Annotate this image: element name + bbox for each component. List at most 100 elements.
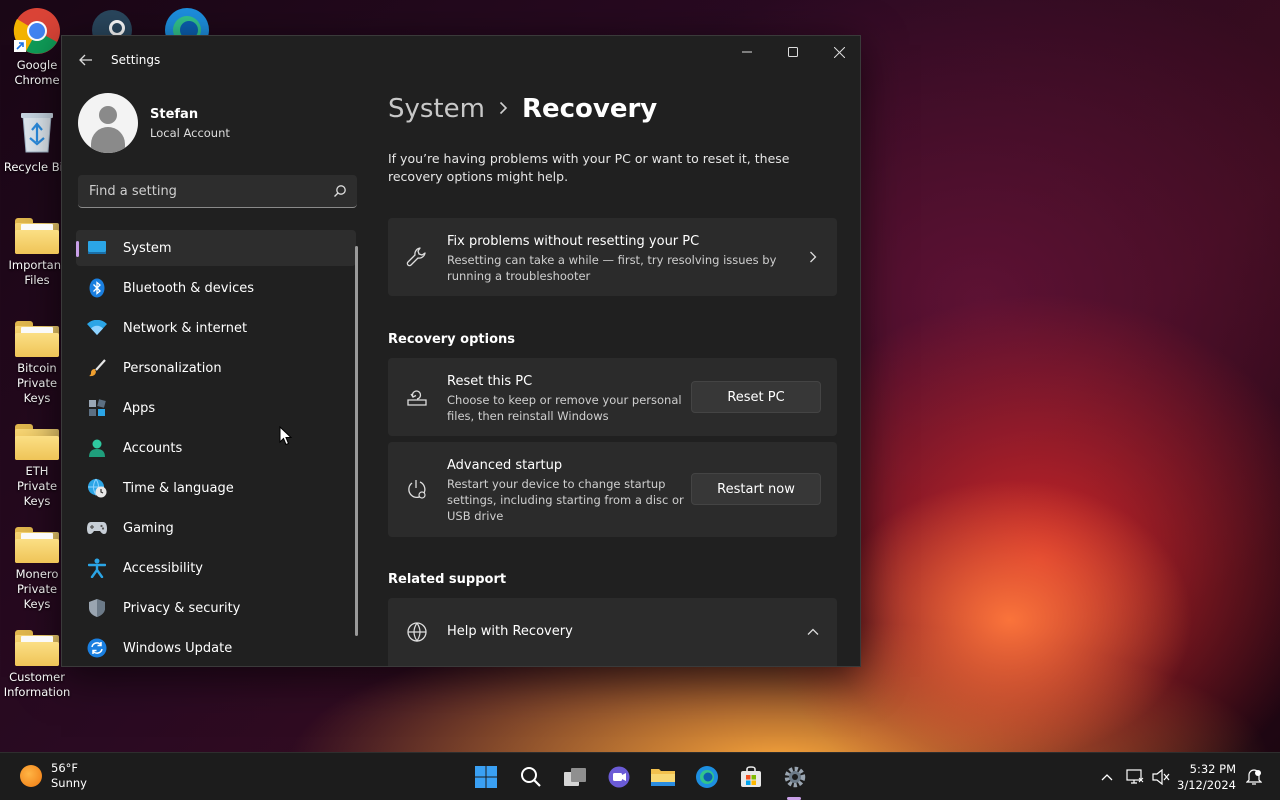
volume-tray-button[interactable]: [1151, 767, 1171, 787]
nav-item-time-language[interactable]: Time & language: [76, 470, 356, 506]
chevron-right-icon: [499, 100, 508, 119]
minimize-icon: [742, 51, 752, 53]
minimize-button[interactable]: [724, 36, 770, 68]
account-type: Local Account: [150, 125, 230, 140]
file-explorer-button[interactable]: [649, 763, 677, 791]
nav-item-gaming[interactable]: Gaming: [76, 510, 356, 546]
card-desc: Restart your device to change startup se…: [447, 477, 684, 523]
chevron-up-icon: [807, 628, 819, 635]
card-title: Advanced startup: [447, 458, 563, 473]
nav-item-apps[interactable]: Apps: [76, 390, 356, 426]
weather-temp: 56°F: [51, 761, 78, 775]
nav-item-label: Network & internet: [123, 320, 248, 336]
nav-item-label: Accessibility: [123, 560, 203, 576]
task-view-button[interactable]: [561, 763, 589, 791]
chat-icon: [608, 766, 630, 788]
card-desc: Resetting can take a while — first, try …: [447, 253, 777, 283]
chat-button[interactable]: [605, 763, 633, 791]
weather-widget[interactable]: 56°F Sunny: [20, 761, 87, 791]
nav-item-windows-update[interactable]: Windows Update: [76, 630, 356, 666]
desktop-icon-label: Customer Information: [3, 670, 71, 699]
edge-icon[interactable]: [162, 6, 212, 36]
advanced-startup-icon: [408, 480, 426, 499]
folder-icon: [15, 321, 59, 357]
gear-icon: [784, 766, 806, 788]
nav-item-network[interactable]: Network & internet: [76, 310, 356, 346]
network-icon: [1126, 769, 1144, 784]
back-arrow-icon: [79, 54, 92, 66]
folder-icon: [15, 527, 59, 563]
restart-now-button[interactable]: Restart now: [691, 473, 821, 505]
advanced-startup-card: Advanced startup Restart your device to …: [388, 442, 837, 537]
clock-date: 3/12/2024: [1177, 778, 1236, 792]
card-title: Reset this PC: [447, 374, 533, 389]
file-explorer-icon: [651, 769, 675, 786]
wrench-icon: [406, 247, 426, 267]
search-box[interactable]: [78, 175, 357, 208]
nav-item-label: Windows Update: [123, 640, 233, 656]
search-input[interactable]: [78, 175, 357, 207]
reset-pc-icon: [407, 390, 427, 406]
edge-button[interactable]: [693, 763, 721, 791]
fix-problems-card[interactable]: Fix problems without resetting your PC R…: [388, 218, 837, 296]
store-button[interactable]: [737, 763, 765, 791]
title-bar[interactable]: Settings: [62, 36, 860, 84]
breadcrumb-parent[interactable]: System: [388, 94, 485, 124]
page-title: Recovery: [521, 94, 658, 124]
apps-icon: [87, 398, 107, 418]
folder-icon: [15, 424, 59, 460]
network-tray-button[interactable]: [1125, 767, 1145, 787]
edge-icon: [696, 766, 718, 788]
clock-time: 5:32 PM: [1189, 762, 1236, 776]
maximize-button[interactable]: [770, 36, 816, 68]
nav-item-label: Accounts: [123, 440, 183, 456]
task-view-icon: [564, 768, 586, 786]
chevron-right-icon: [810, 251, 817, 263]
nav-item-system[interactable]: System: [76, 230, 356, 266]
folder-icon: [15, 630, 59, 666]
close-button[interactable]: [816, 36, 860, 68]
nav-item-label: Apps: [123, 400, 156, 416]
nav-item-privacy-security[interactable]: Privacy & security: [76, 590, 356, 626]
update-icon: [87, 638, 107, 658]
start-button[interactable]: [472, 763, 500, 791]
notifications-button[interactable]: [1244, 767, 1264, 787]
nav-item-accounts[interactable]: Accounts: [76, 430, 356, 466]
nav-item-label: Privacy & security: [123, 600, 241, 616]
volume-muted-icon: [1152, 769, 1170, 785]
user-name: Stefan: [150, 106, 199, 122]
taskbar: 56°F Sunny 5:32 PM 3/12/2024: [0, 752, 1280, 800]
steam-icon[interactable]: [88, 8, 136, 38]
close-icon: [833, 46, 845, 58]
reset-pc-card: Reset this PC Choose to keep or remove y…: [388, 358, 837, 436]
settings-window: Settings Stefan Local Account System Blu…: [61, 35, 861, 667]
settings-taskbar-button[interactable]: [781, 763, 809, 791]
user-profile[interactable]: Stefan Local Account: [78, 93, 230, 153]
help-with-recovery-card[interactable]: Help with Recovery: [388, 598, 837, 666]
nav-item-label: Time & language: [123, 480, 234, 496]
card-title: Help with Recovery: [447, 624, 573, 639]
desktop-icon-label: Google Chrome: [14, 58, 60, 87]
search-icon: [521, 767, 541, 787]
recycle-bin-icon: [21, 113, 53, 153]
avatar: [78, 93, 138, 153]
globe-icon: [407, 622, 427, 643]
bluetooth-icon: [87, 278, 107, 298]
nav-item-label: Bluetooth & devices: [123, 280, 254, 296]
reset-pc-button[interactable]: Reset PC: [691, 381, 821, 413]
accessibility-icon: [87, 558, 107, 578]
taskbar-clock[interactable]: 5:32 PM 3/12/2024: [1170, 761, 1236, 793]
show-hidden-icons-button[interactable]: [1097, 767, 1117, 787]
taskbar-search-button[interactable]: [517, 763, 545, 791]
section-title-recovery-options: Recovery options: [388, 332, 515, 347]
nav-item-accessibility[interactable]: Accessibility: [76, 550, 356, 586]
card-desc: Choose to keep or remove your personal f…: [447, 393, 682, 423]
nav-item-personalization[interactable]: Personalization: [76, 350, 356, 386]
back-button[interactable]: [72, 48, 100, 72]
nav-scrollbar[interactable]: [355, 246, 358, 636]
maximize-icon: [788, 47, 798, 57]
notification-icon: [1246, 769, 1262, 785]
nav-item-bluetooth[interactable]: Bluetooth & devices: [76, 270, 356, 306]
nav-item-label: Gaming: [123, 520, 174, 536]
app-title: Settings: [111, 53, 161, 67]
